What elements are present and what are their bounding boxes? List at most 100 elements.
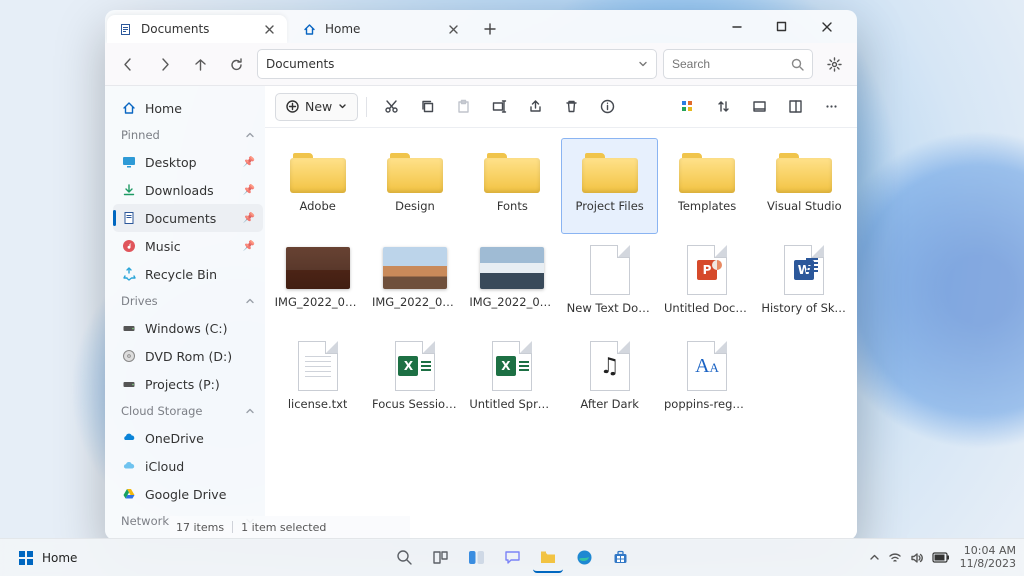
copy-button[interactable]	[411, 91, 443, 123]
view-button[interactable]	[743, 91, 775, 123]
file-item-label: Untitled Docum...	[664, 301, 750, 315]
cut-button[interactable]	[375, 91, 407, 123]
chevron-up-icon	[245, 130, 255, 140]
forward-button[interactable]	[149, 49, 179, 79]
sidebar-section-cloud-storage[interactable]: Cloud Storage	[113, 398, 263, 424]
new-button[interactable]: New	[275, 93, 358, 121]
folder-icon	[776, 153, 832, 193]
sidebar-item-label: Desktop	[145, 155, 197, 170]
up-button[interactable]	[185, 49, 215, 79]
file-item[interactable]: Project Files	[561, 138, 658, 234]
file-item[interactable]: IMG_2022_06...	[464, 234, 561, 330]
sidebar-item-projects-p-[interactable]: Projects (P:)	[113, 370, 263, 398]
properties-button[interactable]	[591, 91, 623, 123]
sidebar-item-label: Music	[145, 239, 181, 254]
file-item[interactable]: IMG_2022_06...	[366, 234, 463, 330]
file-item[interactable]: ♫After Dark	[561, 330, 658, 426]
sidebar-item-music[interactable]: Music 📌	[113, 232, 263, 260]
sidebar-item-dvd-rom-d-[interactable]: DVD Rom (D:)	[113, 342, 263, 370]
clock-date: 11/8/2023	[960, 558, 1016, 571]
pin-icon[interactable]: 📌	[243, 213, 255, 224]
taskbar-home[interactable]: Home	[8, 543, 87, 573]
file-item[interactable]: PUntitled Docum...	[658, 234, 755, 330]
file-item[interactable]: Design	[366, 138, 463, 234]
sidebar-item-windows-c-[interactable]: Windows (C:)	[113, 314, 263, 342]
pin-icon[interactable]: 📌	[243, 185, 255, 196]
word-file-icon: W	[784, 245, 824, 295]
taskbar-taskview-icon[interactable]	[425, 543, 455, 573]
address-bar[interactable]: Documents	[257, 49, 657, 79]
taskbar-search-icon[interactable]	[389, 543, 419, 573]
new-tab-button[interactable]	[475, 15, 505, 43]
settings-button[interactable]	[819, 49, 849, 79]
file-item[interactable]: New Text Doc...	[561, 234, 658, 330]
file-item[interactable]: XUntitled Spreads...	[464, 330, 561, 426]
layout-button[interactable]	[779, 91, 811, 123]
doc-icon	[117, 23, 133, 36]
rename-button[interactable]	[483, 91, 515, 123]
file-item-label: Adobe	[299, 199, 335, 213]
tab-home[interactable]: Home	[291, 15, 471, 43]
sidebar-item-google-drive[interactable]: Google Drive	[113, 480, 263, 508]
sidebar-item-documents[interactable]: Documents 📌	[113, 204, 263, 232]
sort-button[interactable]	[671, 91, 703, 123]
file-grid[interactable]: Adobe Design FontsProject FilesTemplatesVi…	[265, 128, 857, 540]
file-item[interactable]: XFocus Sessions	[366, 330, 463, 426]
file-item[interactable]: Templates	[658, 138, 755, 234]
tab-close-button[interactable]	[445, 21, 461, 37]
window-controls	[714, 10, 849, 43]
taskbar-widgets-icon[interactable]	[461, 543, 491, 573]
file-item-label: Design	[395, 199, 435, 213]
sidebar-item-label: Recycle Bin	[145, 267, 217, 282]
refresh-button[interactable]	[221, 49, 251, 79]
sidebar-section-drives[interactable]: Drives	[113, 288, 263, 314]
sidebar-item-icloud[interactable]: iCloud	[113, 452, 263, 480]
taskbar-clock[interactable]: 10:04 AM 11/8/2023	[960, 545, 1016, 570]
file-item[interactable]: Fonts	[464, 138, 561, 234]
windows-start-icon	[18, 550, 34, 566]
file-item-label: Focus Sessions	[372, 397, 458, 411]
more-button[interactable]	[815, 91, 847, 123]
close-button[interactable]	[804, 10, 849, 43]
audio-file-icon: ♫	[590, 341, 630, 391]
file-item[interactable]: IMG_2022_06...	[269, 234, 366, 330]
search-box[interactable]	[663, 49, 813, 79]
battery-icon	[932, 552, 950, 563]
search-input[interactable]	[672, 57, 791, 71]
file-item[interactable]: Adobe	[269, 138, 366, 234]
file-item[interactable]: Visual Studio	[756, 138, 853, 234]
sidebar-item-label: Downloads	[145, 183, 214, 198]
sidebar-item-recycle-bin[interactable]: Recycle Bin	[113, 260, 263, 288]
delete-button[interactable]	[555, 91, 587, 123]
sidebar-item-label: Google Drive	[145, 487, 226, 502]
clock-time: 10:04 AM	[960, 545, 1016, 558]
taskbar-chat-icon[interactable]	[497, 543, 527, 573]
minimize-button[interactable]	[714, 10, 759, 43]
back-button[interactable]	[113, 49, 143, 79]
file-item[interactable]: AApoppins-regu...	[658, 330, 755, 426]
sidebar-item-downloads[interactable]: Downloads 📌	[113, 176, 263, 204]
taskbar-store-icon[interactable]	[605, 543, 635, 573]
share-button[interactable]	[519, 91, 551, 123]
system-tray[interactable]	[869, 551, 950, 565]
folder-icon	[679, 153, 735, 193]
file-item-label: license.txt	[288, 397, 348, 411]
file-item[interactable]: WHistory of Skate...	[756, 234, 853, 330]
file-explorer-window: Documents Home Documents	[105, 10, 857, 540]
text-file-icon	[590, 245, 630, 295]
taskbar-edge-icon[interactable]	[569, 543, 599, 573]
file-item[interactable]: license.txt	[269, 330, 366, 426]
onedrive-icon	[121, 431, 137, 445]
tab-documents[interactable]: Documents	[107, 15, 287, 43]
pin-icon[interactable]: 📌	[243, 157, 255, 168]
sidebar-item-onedrive[interactable]: OneDrive	[113, 424, 263, 452]
tab-close-button[interactable]	[261, 21, 277, 37]
sidebar-home[interactable]: Home	[113, 94, 263, 122]
sort-order-button[interactable]	[707, 91, 739, 123]
sidebar-section-pinned[interactable]: Pinned	[113, 122, 263, 148]
pin-icon[interactable]: 📌	[243, 241, 255, 252]
taskbar-explorer-icon[interactable]	[533, 543, 563, 573]
tab-strip: Documents Home	[105, 10, 857, 43]
sidebar-item-desktop[interactable]: Desktop 📌	[113, 148, 263, 176]
maximize-button[interactable]	[759, 10, 804, 43]
